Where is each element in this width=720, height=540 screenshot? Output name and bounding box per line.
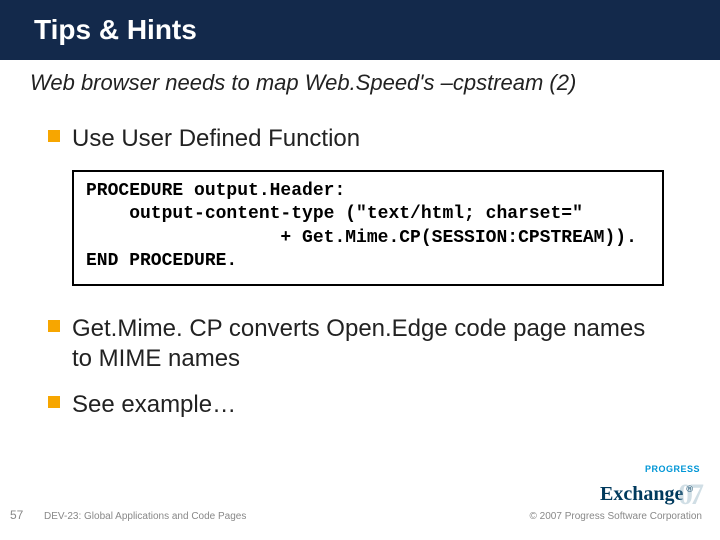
slide: Tips & Hints Web browser needs to map We…: [0, 0, 720, 540]
bullet-square-icon: [48, 320, 60, 332]
bullet-square-icon: [48, 396, 60, 408]
slide-subtitle: Web browser needs to map Web.Speed's –cp…: [0, 60, 720, 96]
session-title: DEV-23: Global Applications and Code Pag…: [44, 511, 246, 522]
logo-progress-text: PROGRESS: [600, 464, 700, 474]
page-number: 57: [10, 508, 23, 522]
progress-exchange-logo: PROGRESS Exchange ® 07: [600, 464, 700, 508]
bullet-item: Get.Mime. CP converts Open.Edge code pag…: [72, 314, 664, 374]
bullet-square-icon: [48, 130, 60, 142]
bullet-item: See example…: [72, 390, 664, 420]
bullet-item: Use User Defined Function: [72, 124, 664, 154]
slide-body: Use User Defined Function PROCEDURE outp…: [0, 96, 720, 420]
logo-year: 07: [678, 478, 700, 512]
code-block: PROCEDURE output.Header: output-content-…: [72, 170, 664, 286]
bullet-text: See example…: [72, 391, 236, 418]
copyright-text: © 2007 Progress Software Corporation: [530, 511, 702, 522]
slide-footer: 57 DEV-23: Global Applications and Code …: [0, 490, 720, 526]
bullet-text: Get.Mime. CP converts Open.Edge code pag…: [72, 315, 645, 372]
bullet-text: Use User Defined Function: [72, 125, 360, 152]
slide-title: Tips & Hints: [0, 0, 720, 60]
logo-exchange-text: Exchange: [600, 483, 683, 506]
